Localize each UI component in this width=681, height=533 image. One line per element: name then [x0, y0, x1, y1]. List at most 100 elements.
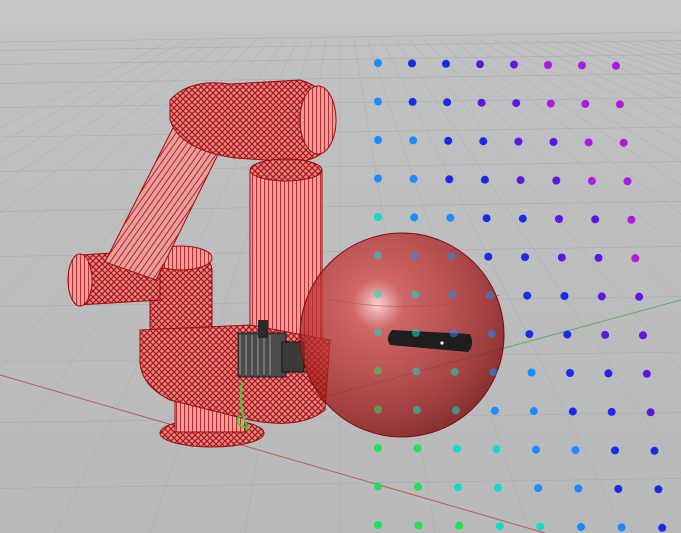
grid-line — [465, 39, 681, 186]
point-cloud-dot — [477, 98, 486, 107]
point-cloud-dot — [492, 445, 501, 454]
point-cloud-dot — [549, 138, 558, 146]
point-cloud-dot — [510, 60, 518, 69]
point-cloud-dot — [568, 407, 577, 416]
point-cloud-dot — [614, 484, 623, 493]
point-cloud-dot — [374, 405, 382, 414]
point-cloud-dot — [577, 523, 585, 531]
point-cloud-dot — [557, 253, 566, 262]
point-cloud-dot — [654, 485, 663, 494]
point-cloud-dot — [374, 367, 382, 375]
point-cloud-dot — [442, 59, 450, 68]
point-cloud-dot — [604, 369, 613, 378]
point-cloud-dot — [521, 253, 529, 262]
point-cloud-dot — [412, 405, 421, 414]
point-cloud-dot — [374, 174, 382, 183]
grid-line — [633, 39, 681, 54]
point-cloud-dot — [594, 253, 603, 262]
point-cloud-dot — [536, 522, 545, 531]
point-cloud-dot — [619, 138, 628, 147]
point-cloud-dot — [374, 444, 382, 452]
point-cloud-dot — [411, 328, 420, 337]
point-cloud-dot — [449, 329, 458, 338]
point-cloud-dot — [527, 368, 536, 377]
point-cloud-dot — [374, 328, 382, 337]
point-cloud-dot — [650, 446, 659, 455]
point-cloud-dot — [587, 176, 596, 185]
point-cloud-dot — [555, 215, 563, 223]
point-cloud-dot — [487, 329, 496, 338]
point-cloud-dot — [374, 521, 382, 529]
point-cloud-dot — [374, 482, 382, 491]
point-cloud-dot — [560, 292, 569, 300]
point-cloud-dot — [480, 175, 489, 184]
point-cloud-dot — [374, 97, 382, 106]
point-cloud-dot — [623, 177, 632, 186]
point-cloud-dot — [409, 174, 418, 183]
grid-line — [563, 39, 681, 85]
point-cloud-dot — [514, 137, 523, 146]
point-cloud-dot — [646, 408, 655, 417]
point-cloud-dot — [574, 484, 583, 493]
point-cloud-dot — [374, 136, 382, 144]
point-cloud-dot — [532, 445, 540, 454]
point-cloud-dot — [484, 252, 493, 261]
point-cloud-dot — [615, 100, 624, 109]
point-cloud-dot — [563, 330, 572, 339]
point-cloud-dot — [444, 136, 453, 145]
point-cloud-dot — [476, 60, 484, 69]
point-cloud-dot — [414, 521, 423, 530]
point-cloud-dot — [408, 97, 417, 106]
point-cloud-dot — [546, 99, 555, 108]
grid-line — [479, 39, 681, 163]
point-cloud-dot — [445, 175, 454, 184]
point-cloud-dot — [607, 407, 616, 416]
point-cloud-dot — [581, 99, 590, 108]
point-cloud-dot — [631, 254, 640, 263]
point-cloud-dot — [443, 98, 452, 107]
grid-line — [549, 39, 681, 94]
point-cloud-dot — [591, 215, 600, 224]
point-cloud-dot — [494, 483, 503, 492]
point-cloud-dot — [658, 523, 667, 532]
point-cloud-dot — [414, 482, 423, 491]
point-cloud-dot — [410, 213, 419, 222]
point-cloud-dot — [571, 446, 580, 454]
point-cloud-dot — [566, 369, 574, 377]
point-cloud-dot — [611, 446, 619, 455]
point-cloud-dot — [495, 522, 504, 531]
point-cloud-dot — [448, 290, 457, 299]
point-cloud-dot — [374, 213, 382, 221]
point-cloud-dot — [409, 136, 418, 145]
point-cloud-dot — [584, 138, 593, 147]
point-cloud-dot — [525, 330, 534, 339]
point-cloud-dot — [482, 214, 491, 223]
point-cloud-dot — [412, 367, 421, 376]
3d-viewport[interactable] — [0, 0, 681, 533]
robot-arm[interactable] — [67, 79, 337, 448]
point-cloud-dot — [453, 444, 461, 453]
point-cloud-dot — [454, 483, 463, 492]
point-cloud-dot — [446, 213, 455, 222]
point-cloud-dot — [627, 215, 636, 224]
point-cloud-dot — [374, 290, 382, 298]
point-cloud-dot — [451, 406, 460, 415]
point-cloud-dot — [374, 251, 382, 260]
grid-line — [493, 39, 681, 144]
point-cloud-dot — [552, 176, 561, 185]
grid-line — [591, 39, 681, 71]
grid-line — [0, 201, 681, 212]
point-cloud-dot — [447, 252, 456, 261]
point-cloud-dot — [635, 292, 644, 301]
grid-line — [0, 161, 681, 172]
point-cloud-dot — [597, 292, 606, 301]
scene-canvas[interactable] — [0, 0, 681, 533]
point-cloud-dot — [374, 59, 382, 67]
point-cloud-dot — [518, 214, 527, 223]
point-cloud-dot — [411, 290, 420, 299]
point-cloud-dot — [639, 331, 647, 340]
point-cloud-dot — [512, 99, 521, 108]
point-cloud-dot — [523, 291, 532, 300]
grid-line — [0, 73, 681, 84]
point-cloud-dot — [601, 330, 610, 339]
